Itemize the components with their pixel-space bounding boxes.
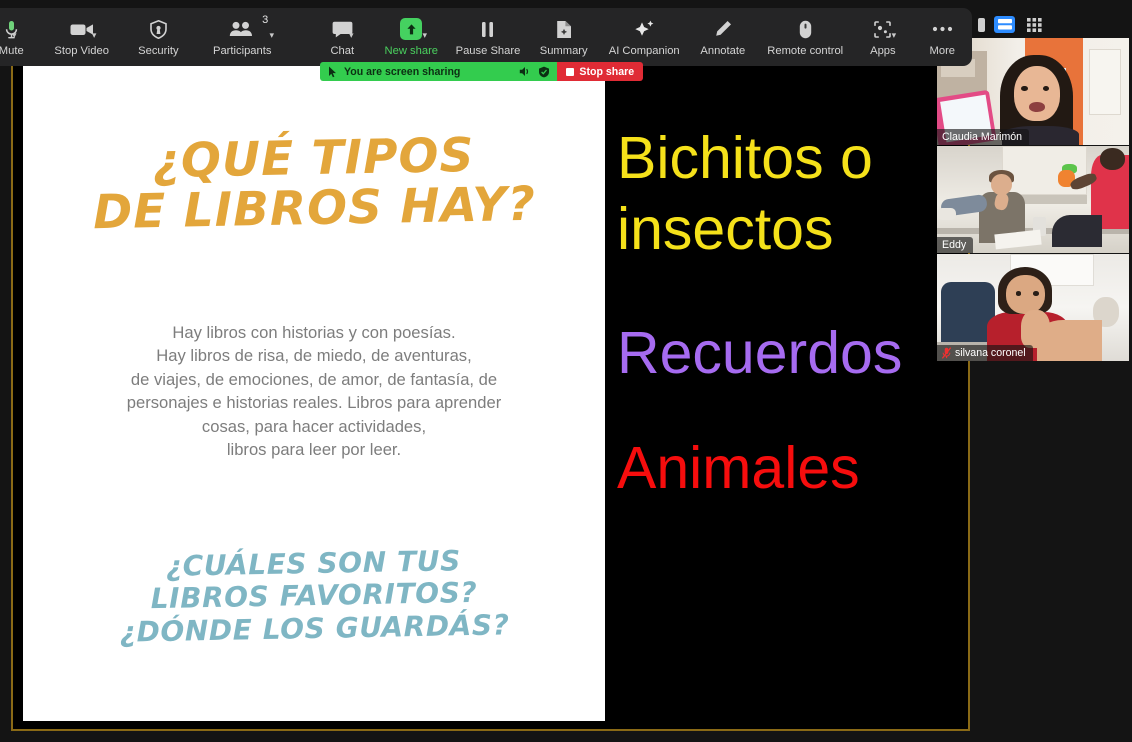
pause-icon	[480, 18, 495, 40]
sparkle-icon	[634, 18, 655, 40]
slide-title: ¿QUÉ TIPOS DE LIBROS HAY?	[92, 127, 537, 241]
toolbar-ai-companion-button[interactable]: AI Companion	[600, 8, 688, 66]
participant-name-bar: Eddy	[937, 237, 974, 253]
chat-bubble-icon: ▾	[332, 18, 354, 40]
toolbar-stop-video-button[interactable]: ▾ Stop Video	[40, 8, 122, 66]
toolbar-more-button[interactable]: More	[913, 8, 972, 66]
toolbar-item-label: Mute	[0, 45, 24, 57]
sharing-status-text: You are screen sharing	[344, 65, 461, 78]
toolbar-item-label: Chat	[330, 45, 355, 57]
panel-text-animales: Animales	[617, 435, 860, 501]
black-text-panel: Bichitos o insectos Recuerdos Animales	[605, 28, 968, 729]
sharing-status-group: You are screen sharing	[320, 62, 558, 81]
gallery-view-button[interactable]	[1024, 16, 1045, 33]
presentation-slide: ¿QUÉ TIPOS DE LIBROS HAY? Hay libros con…	[23, 66, 605, 721]
microphone-icon: ▾	[5, 18, 18, 40]
apps-icon: ▾	[873, 18, 896, 40]
toolbar-item-label: Apps	[870, 45, 896, 57]
toolbar-item-label: Pause Share	[455, 45, 521, 57]
participant-name: Eddy	[942, 239, 967, 251]
chevron-down-icon[interactable]: ▾	[346, 30, 357, 41]
toolbar-security-button[interactable]: Security	[123, 8, 194, 66]
participant-name-bar: Claudia Marimón	[937, 129, 1030, 145]
toolbar-new-share-button[interactable]: ▾ New share	[374, 8, 449, 66]
speaker-audio-icon[interactable]	[519, 66, 531, 77]
speaker-view-button[interactable]	[994, 16, 1015, 33]
stop-share-button[interactable]: Stop share	[557, 62, 644, 81]
chevron-down-icon[interactable]: ▾	[89, 30, 100, 41]
participant-name: Claudia Marimón	[942, 131, 1023, 143]
toolbar-item-label: Remote control	[767, 45, 844, 57]
toolbar-apps-button[interactable]: ▾ Apps	[853, 8, 912, 66]
toolbar-item-label: More	[929, 45, 956, 57]
participants-count-badge: 3	[262, 14, 269, 26]
stop-share-label: Stop share	[579, 65, 635, 78]
chevron-down-icon[interactable]: ▾	[419, 30, 430, 41]
pencil-icon	[714, 18, 732, 40]
participant-thumbnail-silvana[interactable]: silvana coronel	[937, 254, 1129, 361]
toolbar-item-label: New share	[384, 45, 439, 57]
cursor-icon	[329, 66, 336, 77]
view-mode-controls	[978, 16, 1045, 33]
chevron-down-icon[interactable]: ▾	[9, 30, 20, 41]
participant-name: silvana coronel	[955, 347, 1026, 359]
chevron-down-icon[interactable]: ▾	[266, 30, 277, 41]
slide-body-text: Hay libros con historias y con poesías. …	[126, 323, 502, 459]
toolbar-pause-share-button[interactable]: Pause Share	[449, 8, 528, 66]
shield-check-icon[interactable]	[538, 66, 550, 78]
shield-icon	[150, 18, 167, 40]
participant-thumbnail-eddy[interactable]: Eddy	[937, 146, 1129, 253]
summary-document-icon	[556, 18, 572, 40]
people-icon: 3 ▾	[229, 14, 274, 40]
toolbar-item-label: Participants	[213, 45, 272, 57]
panel-text-recuerdos: Recuerdos	[617, 320, 903, 386]
minimize-view-icon[interactable]	[978, 17, 985, 32]
stop-square-icon	[566, 67, 575, 76]
toolbar-mute-button[interactable]: ▾ Mute	[0, 8, 40, 66]
toolbar-annotate-button[interactable]: Annotate	[688, 8, 757, 66]
ellipsis-icon	[932, 18, 953, 40]
toolbar-item-label: AI Companion	[608, 45, 680, 57]
participant-name-bar: silvana coronel	[937, 345, 1033, 361]
zoom-meeting-window: ¿QUÉ TIPOS DE LIBROS HAY? Hay libros con…	[0, 0, 1132, 742]
participant-filmstrip: Claudia Marimón Eddy silvana coronel	[937, 38, 1129, 362]
slide-question-text: ¿CUÁLES SON TUS LIBROS FAVORITOS? ¿DÓNDE…	[119, 544, 510, 649]
toolbar-item-label: Summary	[539, 45, 588, 57]
toolbar-participants-button[interactable]: 3 ▾ Participants	[194, 8, 291, 66]
panel-text-bichitos: Bichitos o insectos	[617, 125, 873, 262]
toolbar-item-label: Security	[138, 45, 179, 57]
shared-screen-content: ¿QUÉ TIPOS DE LIBROS HAY? Hay libros con…	[13, 28, 968, 729]
toolbar-chat-button[interactable]: ▾ Chat	[311, 8, 374, 66]
shared-screen-frame: ¿QUÉ TIPOS DE LIBROS HAY? Hay libros con…	[11, 26, 970, 731]
speaker-view-icon	[997, 19, 1012, 30]
video-camera-icon: ▾	[70, 18, 96, 40]
screen-sharing-status-pill: You are screen sharing Stop share	[320, 62, 644, 81]
toolbar-item-label: Stop Video	[54, 45, 109, 57]
share-screen-icon: ▾	[400, 18, 427, 40]
chevron-down-icon[interactable]: ▾	[888, 30, 899, 41]
toolbar-item-label: Annotate	[700, 45, 746, 57]
toolbar-remote-control-button[interactable]: Remote control	[757, 8, 853, 66]
muted-microphone-icon	[942, 347, 951, 359]
zoom-meeting-toolbar: ▾ Mute ▾ Stop Video Security 3 ▾ Partici…	[0, 8, 972, 66]
toolbar-summary-button[interactable]: Summary	[527, 8, 600, 66]
gallery-view-icon	[1027, 17, 1042, 32]
mouse-icon	[799, 18, 812, 40]
